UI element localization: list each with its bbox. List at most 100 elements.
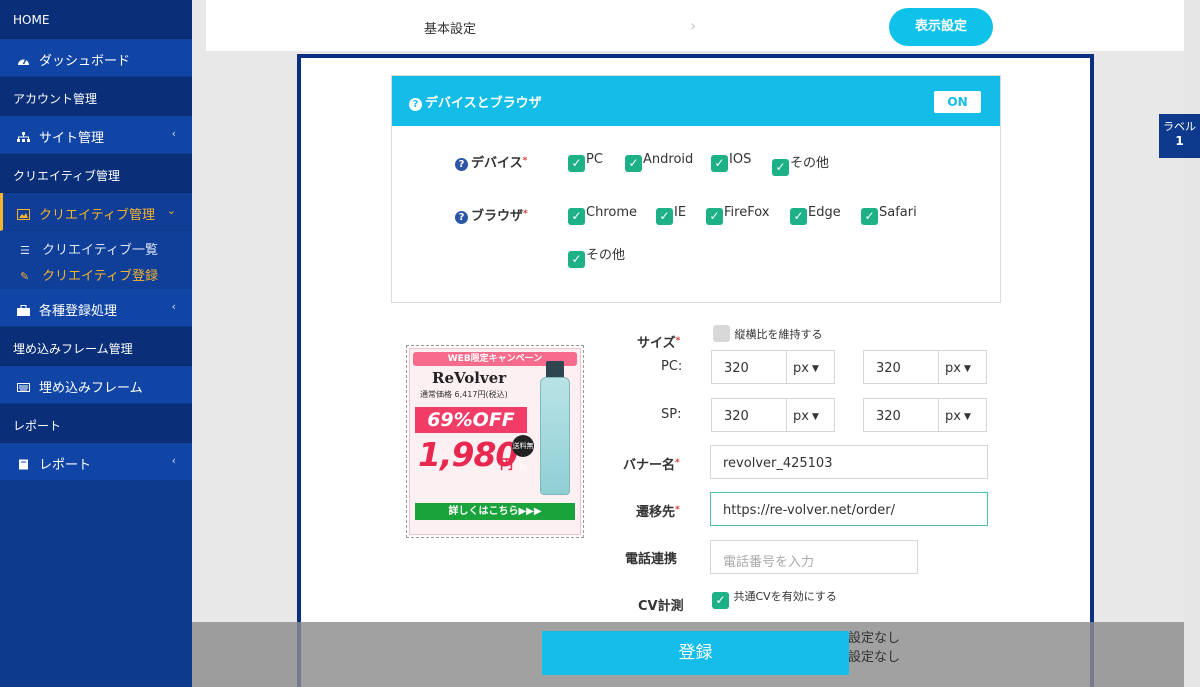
select-value: px <box>793 361 809 376</box>
pc-height-input[interactable]: 320 <box>863 350 939 384</box>
banner-image: WEB限定キャンペーン ReVolver 通常価格 6,417円(税込) 69%… <box>409 348 581 535</box>
checkbox-label: Android <box>643 152 694 167</box>
no-setting-text-2: 設定なし <box>848 650 901 665</box>
device-checkbox-other[interactable]: ✓ その他 <box>772 152 829 176</box>
check-icon: ✓ <box>711 155 728 172</box>
check-icon: ✓ <box>706 208 723 225</box>
browser-checkbox-other[interactable]: ✓ その他 <box>568 244 625 268</box>
banner-brand: ReVolver <box>432 369 507 387</box>
chevron-down-icon: ▼ <box>811 364 819 374</box>
chevron-left-icon: ‹ <box>171 127 176 140</box>
sidebar-section-frame: 埋め込みフレーム管理 <box>0 327 192 366</box>
select-value: px <box>945 361 961 376</box>
question-icon: ? <box>455 158 468 171</box>
sidebar-item-creative-manage[interactable]: クリエイティブ管理 ⌄ <box>0 193 192 231</box>
briefcase-icon <box>17 305 30 316</box>
phone-number-input[interactable]: 電話番号を入力 <box>710 540 918 574</box>
sp-size-label: SP: <box>661 407 682 422</box>
size-label: サイズ* <box>637 336 681 351</box>
wizard-header: 基本設定 › 表示設定 <box>206 0 1184 52</box>
no-setting-text-1: 設定なし <box>848 631 901 646</box>
browser-checkbox-safari[interactable]: ✓ Safari <box>861 205 917 225</box>
pc-width-unit-select[interactable]: px ▼ <box>787 350 835 384</box>
sidebar-subitem-label: クリエイティブ一覧 <box>42 243 158 258</box>
right-strip <box>1184 0 1200 687</box>
keep-ratio-checkbox[interactable]: 縦横比を維持する <box>713 325 823 342</box>
sp-height-unit-select[interactable]: px ▼ <box>939 398 987 432</box>
banner-name-label-text: バナー名 <box>623 458 676 473</box>
step-display-settings-button[interactable]: 表示設定 <box>889 8 993 46</box>
sidebar-item-label: レポート <box>39 458 92 473</box>
sidebar-subitem-creative-list[interactable]: ☰ クリエイティブ一覧 <box>0 233 192 259</box>
pc-width-input[interactable]: 320 <box>711 350 787 384</box>
label-badge[interactable]: ラベル 1 <box>1159 114 1200 158</box>
sp-width-input[interactable]: 320 <box>711 398 787 432</box>
question-icon: ? <box>409 98 422 111</box>
chevron-down-icon: ▼ <box>811 412 819 422</box>
sidebar-section-report: レポート <box>0 404 192 443</box>
browser-label-text: ブラウザ <box>471 209 524 224</box>
banner-name-input[interactable]: revolver_425103 <box>710 445 988 479</box>
sidebar-subitem-label: クリエイティブ登録 <box>42 269 158 284</box>
destination-label-text: 遷移先 <box>636 505 676 520</box>
sp-width-unit-select[interactable]: px ▼ <box>787 398 835 432</box>
pc-size-label: PC: <box>661 359 683 374</box>
banner-preview: WEB限定キャンペーン ReVolver 通常価格 6,417円(税込) 69%… <box>406 345 584 538</box>
checkbox-label: Edge <box>808 205 841 220</box>
check-icon: ✓ <box>625 155 642 172</box>
banner-old-price: 通常価格 6,417円(税込) <box>420 390 508 399</box>
step-basic-settings[interactable]: 基本設定 <box>424 18 476 37</box>
banner-cta: 詳しくはこちら▶▶▶ <box>415 503 575 520</box>
sp-height-input[interactable]: 320 <box>863 398 939 432</box>
sidebar-section-account: アカウント管理 <box>0 77 192 116</box>
destination-url-input[interactable]: https://re-volver.net/order/ <box>710 492 988 526</box>
banner-yen: 円 <box>500 458 514 473</box>
select-value: px <box>945 409 961 424</box>
card-header: ? デバイスとブラウザ ON <box>392 76 1000 126</box>
checkbox-empty-icon <box>713 325 730 342</box>
browser-checkbox-chrome[interactable]: ✓ Chrome <box>568 205 637 225</box>
browser-checkbox-firefox[interactable]: ✓ FireFox <box>706 205 769 225</box>
pc-height-unit-select[interactable]: px ▼ <box>939 350 987 384</box>
device-checkbox-ios[interactable]: ✓ IOS <box>711 152 751 172</box>
sidebar-subitem-creative-register[interactable]: ✎ クリエイティブ登録 <box>0 259 192 285</box>
browser-checkbox-ie[interactable]: ✓ IE <box>656 205 686 225</box>
checkbox-label: FireFox <box>724 205 770 220</box>
dashboard-icon <box>17 55 30 66</box>
sidebar-submenu: ☰ クリエイティブ一覧 ✎ クリエイティブ登録 <box>0 231 192 289</box>
check-icon: ✓ <box>568 208 585 225</box>
cv-measure-label: CV計測 <box>638 599 684 614</box>
device-checkbox-android[interactable]: ✓ Android <box>625 152 693 172</box>
browser-label: ? ブラウザ* <box>455 205 528 224</box>
check-icon: ✓ <box>568 251 585 268</box>
check-icon: ✓ <box>712 592 729 609</box>
browser-checkbox-edge[interactable]: ✓ Edge <box>790 205 841 225</box>
device-checkbox-pc[interactable]: ✓ PC <box>568 152 603 172</box>
sidebar-item-registrations[interactable]: 各種登録処理 ‹ <box>0 289 192 327</box>
cv-common-checkbox[interactable]: ✓ 共通CVを有効にする <box>712 588 837 609</box>
size-label-text: サイズ <box>637 336 676 351</box>
checkbox-label: IOS <box>729 152 752 167</box>
sidebar-section-home: HOME <box>0 0 192 39</box>
creative-form-frame: ? デバイスとブラウザ ON ? デバイス* ✓ PC ✓ Android ✓ IOS ✓… <box>297 54 1094 687</box>
sidebar-item-label: 埋め込みフレーム <box>39 381 143 396</box>
destination-label: 遷移先* <box>636 505 680 520</box>
checkbox-label: PC <box>586 152 603 167</box>
banner-discount: 69%OFF <box>415 407 527 433</box>
image-icon <box>17 209 30 220</box>
sidebar-item-site-manage[interactable]: サイト管理 ‹ <box>0 116 192 154</box>
sitemap-icon <box>17 132 30 143</box>
sidebar-item-label: 各種登録処理 <box>39 304 118 319</box>
device-label: ? デバイス* <box>455 152 527 171</box>
device-browser-toggle[interactable]: ON <box>934 91 981 113</box>
chevron-left-icon: ‹ <box>171 454 176 467</box>
banner-name-label: バナー名* <box>623 458 680 473</box>
sidebar-item-report[interactable]: レポート ‹ <box>0 443 192 481</box>
sidebar-item-frame[interactable]: 埋め込みフレーム <box>0 366 192 404</box>
checkbox-label: その他 <box>790 156 830 171</box>
register-button[interactable]: 登録 <box>542 631 849 675</box>
edit-icon: ✎ <box>20 270 30 283</box>
sidebar-item-dashboard[interactable]: ダッシュボード <box>0 39 192 77</box>
question-icon: ? <box>455 211 468 224</box>
chevron-down-icon: ▼ <box>963 364 971 374</box>
